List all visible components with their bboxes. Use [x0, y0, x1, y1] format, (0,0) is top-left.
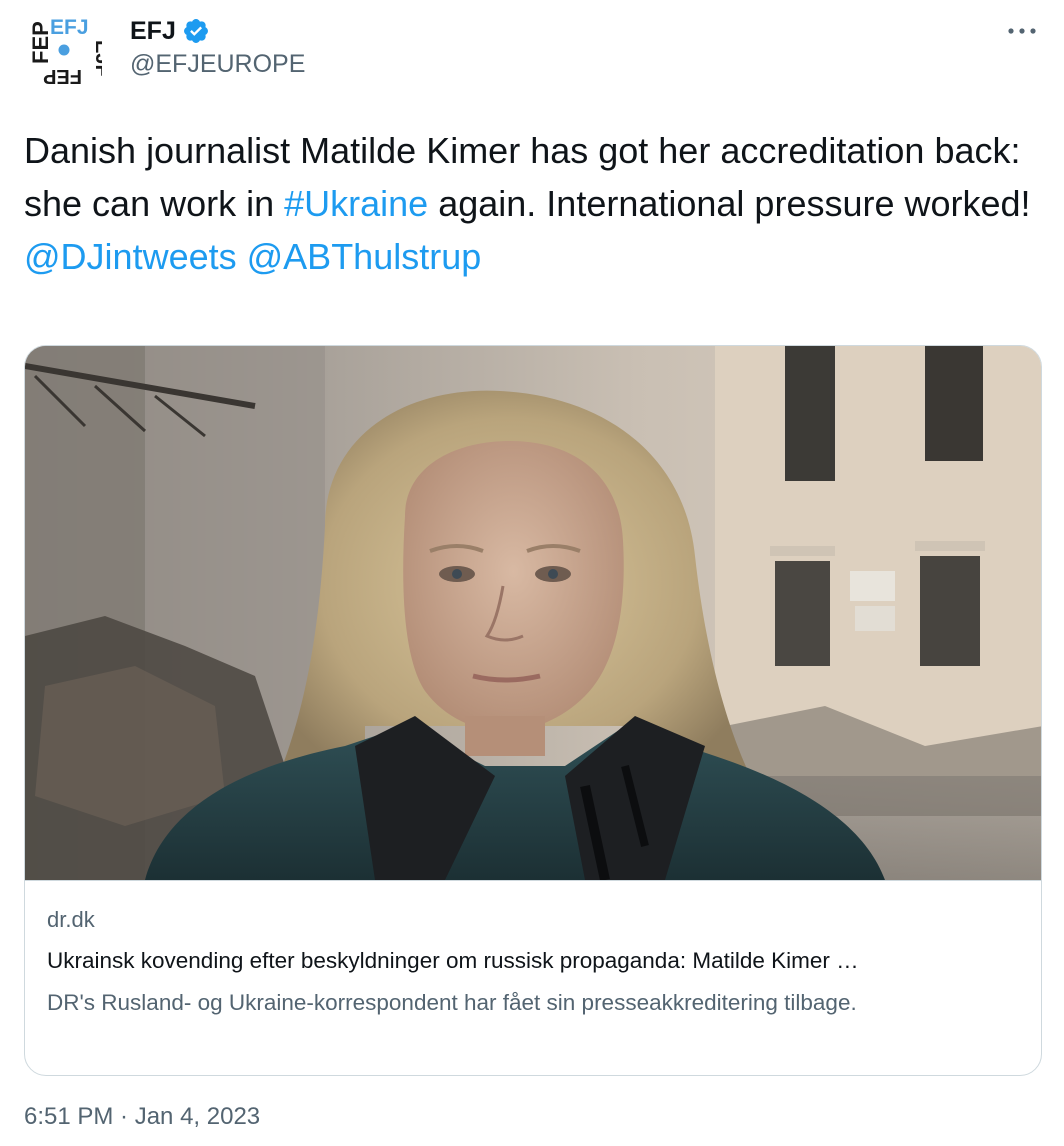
efj-logo: FEP EFJ EJF FEP [28, 16, 113, 87]
card-description: DR's Rusland- og Ukraine-korrespondent h… [47, 990, 857, 1015]
verified-badge-icon [183, 19, 208, 43]
author-handle[interactable]: @EFJEUROPE [130, 50, 305, 79]
more-button[interactable] [1002, 14, 1042, 48]
mention-djintweets-link[interactable]: @DJintweets [24, 236, 237, 277]
link-card[interactable]: dr.dk Ukrainsk kovending efter beskyldni… [24, 345, 1042, 1076]
card-domain: dr.dk [47, 907, 95, 932]
svg-text:FEP: FEP [43, 65, 82, 87]
hashtag-ukraine-link[interactable]: #Ukraine [284, 183, 428, 224]
tweet: FEP EFJ EJF FEP EFJ @EFJEUROPE Danish jo… [0, 0, 1064, 1146]
card-title: Ukrainsk kovending efter beskyldninger o… [47, 948, 859, 973]
more-horizontal-icon [1008, 28, 1036, 34]
timestamp[interactable]: 6:51 PM · Jan 4, 2023 [24, 1103, 260, 1131]
svg-text:EFJ: EFJ [50, 16, 89, 39]
mention-abthulstrup-link[interactable]: @ABThulstrup [247, 236, 482, 277]
author-name-row[interactable]: EFJ [130, 14, 210, 48]
svg-text:EJF: EJF [91, 40, 102, 77]
author-name[interactable]: EFJ [130, 17, 176, 46]
card-image[interactable] [25, 346, 1042, 881]
tweet-text: Danish journalist Matilde Kimer has got … [24, 124, 1034, 283]
tweet-text-part2: again. International pressure worked! [428, 183, 1031, 224]
avatar[interactable]: FEP EFJ EJF FEP [24, 12, 113, 90]
